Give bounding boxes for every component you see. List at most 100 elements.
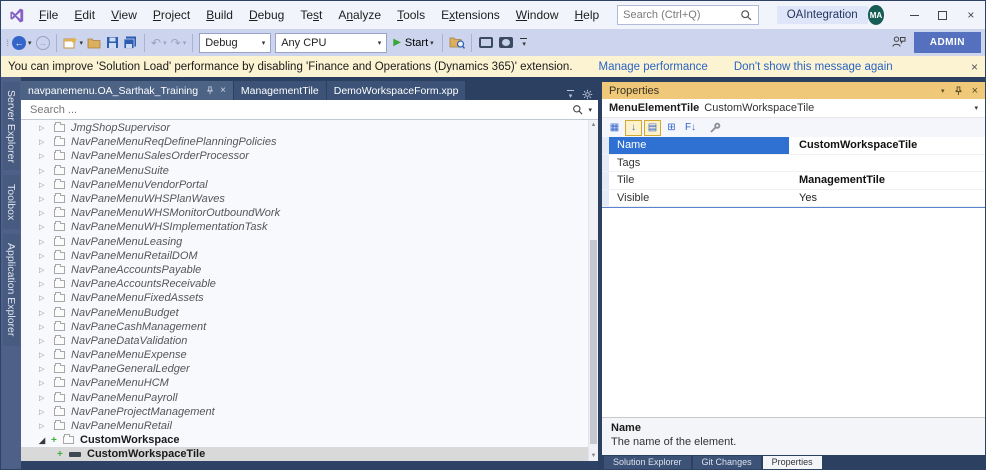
tree-item-NavPaneMenuRetailDOM[interactable]: ▷ NavPaneMenuRetailDOM (21, 249, 588, 263)
expander-collapsed-icon[interactable]: ▷ (39, 138, 51, 146)
expander-collapsed-icon[interactable]: ▷ (39, 238, 51, 246)
tree-item-NavPaneMenuSuite[interactable]: ▷ NavPaneMenuSuite (21, 164, 588, 178)
attached-properties-icon[interactable]: ⊞ (663, 120, 680, 136)
start-debug-button[interactable]: ▶ Start ▾ (389, 37, 437, 49)
tree-item-NavPaneMenuHCM[interactable]: ▷ NavPaneMenuHCM (21, 376, 588, 390)
tree-item-NavPaneAccountsPayable[interactable]: ▷ NavPaneAccountsPayable (21, 263, 588, 277)
account-avatar[interactable]: MA (867, 5, 885, 25)
tree-item-NavPaneMenuWHSMonitorOutboundWork[interactable]: ▷ NavPaneMenuWHSMonitorOutboundWork (21, 206, 588, 220)
tree-item-NavPaneProjectManagement[interactable]: ▷ NavPaneProjectManagement (21, 405, 588, 419)
undo-button[interactable]: ↶ ▾ (149, 32, 169, 54)
properties-page-icon[interactable]: ▤ (644, 119, 661, 136)
active-files-dropdown-icon[interactable]: ▾ (567, 89, 574, 100)
property-name[interactable]: Tile (609, 172, 789, 189)
tree-item-JmgShopSupervisor[interactable]: ▷ JmgShopSupervisor (21, 121, 588, 135)
scrollbar-thumb[interactable] (590, 240, 597, 444)
expander-collapsed-icon[interactable]: ▷ (39, 408, 51, 416)
close-tab-icon[interactable]: × (220, 85, 226, 96)
property-row-tags[interactable]: Tags (602, 154, 985, 172)
expander-expanded-icon[interactable]: ◢ (39, 436, 51, 445)
open-folder-button[interactable] (85, 32, 104, 54)
expander-collapsed-icon[interactable]: ▷ (39, 309, 51, 317)
tree-item-NavPaneMenuWHSImplementationTask[interactable]: ▷ NavPaneMenuWHSImplementationTask (21, 220, 588, 234)
property-name[interactable]: Name (609, 137, 789, 154)
expander-collapsed-icon[interactable]: ▷ (39, 181, 51, 189)
menu-view[interactable]: View (103, 5, 145, 25)
expander-collapsed-icon[interactable]: ▷ (39, 266, 51, 274)
toolbar-grip[interactable]: ⁞⁞ (6, 38, 9, 48)
property-row-visible[interactable]: Visible Yes (602, 189, 985, 207)
expander-collapsed-icon[interactable]: ▷ (39, 280, 51, 288)
tree-item-NavPaneMenuRetail[interactable]: ▷ NavPaneMenuRetail (21, 419, 588, 433)
tree-item-NavPaneMenuPayroll[interactable]: ▷ NavPaneMenuPayroll (21, 391, 588, 405)
tree-item-CustomWorkspaceTile[interactable]: + CustomWorkspaceTile (21, 447, 588, 461)
property-value[interactable]: ManagementTile (789, 172, 985, 189)
tool-tab-application-explorer[interactable]: Application Explorer (2, 234, 20, 346)
bottom-tab-solution-explorer[interactable]: Solution Explorer (604, 456, 691, 469)
property-row-name[interactable]: Name CustomWorkspaceTile (602, 137, 985, 155)
expander-collapsed-icon[interactable]: ▷ (39, 323, 51, 331)
menu-analyze[interactable]: Analyze (330, 5, 389, 25)
categorized-icon[interactable]: ▦ (606, 120, 623, 136)
menu-window[interactable]: Window (508, 5, 567, 25)
tree-item-NavPaneMenuSalesOrderProcessor[interactable]: ▷ NavPaneMenuSalesOrderProcessor (21, 149, 588, 163)
expander-collapsed-icon[interactable]: ▷ (39, 124, 51, 132)
tree-item-NavPaneMenuReqDefinePlanningPolicies[interactable]: ▷ NavPaneMenuReqDefinePlanningPolicies (21, 135, 588, 149)
property-value[interactable]: CustomWorkspaceTile (789, 137, 985, 154)
expander-collapsed-icon[interactable]: ▷ (39, 252, 51, 260)
scroll-down-icon[interactable]: ▼ (589, 451, 598, 461)
new-project-button[interactable]: ▾ (61, 32, 86, 54)
close-icon[interactable]: × (972, 85, 978, 97)
expander-collapsed-icon[interactable]: ▷ (39, 152, 51, 160)
notification-close-icon[interactable]: × (971, 60, 978, 74)
tree-item-NavPaneAccountsReceivable[interactable]: ▷ NavPaneAccountsReceivable (21, 277, 588, 291)
tree-item-NavPaneMenuLeasing[interactable]: ▷ NavPaneMenuLeasing (21, 235, 588, 249)
tool-tab-toolbox[interactable]: Toolbox (2, 175, 20, 229)
menu-tools[interactable]: Tools (389, 5, 433, 25)
quick-search-input[interactable]: Search (Ctrl+Q) (617, 5, 759, 25)
expander-collapsed-icon[interactable]: ▷ (39, 337, 51, 345)
tree-item-NavPaneGeneralLedger[interactable]: ▷ NavPaneGeneralLedger (21, 362, 588, 376)
tree-item-NavPaneMenuVendorPortal[interactable]: ▷ NavPaneMenuVendorPortal (21, 178, 588, 192)
navigate-forward-button[interactable]: → (34, 32, 52, 54)
expander-collapsed-icon[interactable]: ▷ (39, 351, 51, 359)
tree-vertical-scrollbar[interactable]: ▲ ▼ (588, 120, 598, 461)
tree-item-NavPaneCashManagement[interactable]: ▷ NavPaneCashManagement (21, 320, 588, 334)
pin-icon[interactable] (206, 86, 214, 95)
solution-configuration-dropdown[interactable]: Debug ▾ (199, 32, 272, 53)
close-button[interactable]: × (957, 1, 985, 29)
expander-collapsed-icon[interactable]: ▷ (39, 209, 51, 217)
menu-debug[interactable]: Debug (241, 5, 292, 25)
property-row-tile[interactable]: Tile ManagementTile (602, 172, 985, 190)
form-preview-icon[interactable] (478, 37, 493, 48)
menu-file[interactable]: File (31, 5, 66, 25)
expander-collapsed-icon[interactable]: ▷ (39, 422, 51, 430)
tree-search-input[interactable]: Search ... ▾ (21, 100, 598, 120)
menu-edit[interactable]: Edit (66, 5, 103, 25)
pin-icon[interactable] (954, 86, 963, 96)
menu-test[interactable]: Test (292, 5, 330, 25)
bottom-tab-properties[interactable]: Properties (762, 456, 822, 469)
expander-collapsed-icon[interactable]: ▷ (39, 394, 51, 402)
bottom-tab-git-changes[interactable]: Git Changes (692, 456, 761, 469)
sort-order-icon[interactable]: F↓ (682, 120, 699, 136)
editor-tab-DemoWorkspaceForm.xpp[interactable]: DemoWorkspaceForm.xpp (326, 81, 466, 100)
tree-item-CustomWorkspace[interactable]: ◢ + CustomWorkspace (21, 433, 588, 447)
maximize-button[interactable] (929, 1, 957, 29)
dont-show-again-link[interactable]: Don't show this message again (734, 61, 893, 73)
redo-button[interactable]: ↷ ▾ (169, 32, 189, 54)
expander-collapsed-icon[interactable]: ▷ (39, 365, 51, 373)
screenshot-icon[interactable] (498, 37, 513, 48)
toolbar-overflow-button[interactable]: ▾ (519, 37, 527, 48)
gear-icon[interactable] (582, 89, 593, 100)
project-badge[interactable]: OAIntegration (776, 6, 868, 24)
find-in-files-button[interactable] (447, 32, 467, 54)
expander-collapsed-icon[interactable]: ▷ (39, 294, 51, 302)
navigate-back-button[interactable]: ← ▾ (10, 32, 34, 54)
menu-build[interactable]: Build (198, 5, 241, 25)
property-name[interactable]: Visible (609, 190, 789, 207)
save-all-button[interactable] (121, 32, 140, 54)
expander-collapsed-icon[interactable]: ▷ (39, 167, 51, 175)
search-icon[interactable]: ▾ (572, 104, 592, 116)
save-button[interactable] (104, 32, 121, 54)
